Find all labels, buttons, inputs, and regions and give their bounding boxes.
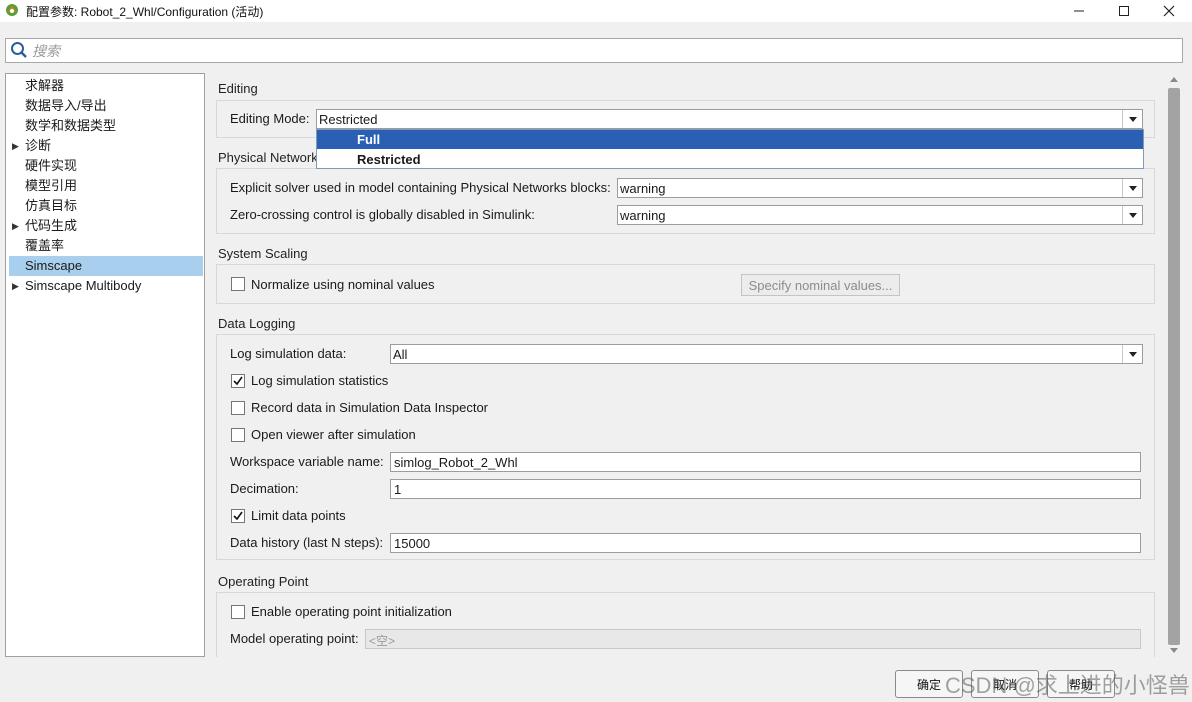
decimation-value: 1 <box>394 482 402 497</box>
minimize-button[interactable] <box>1056 0 1102 22</box>
title-bar: 配置参数: Robot_2_Whl/Configuration (活动) <box>0 0 1192 22</box>
expand-arrow-icon[interactable]: ▶ <box>12 276 19 296</box>
tree-item-data-import-export[interactable]: 数据导入/导出 <box>9 96 203 116</box>
category-tree: 求解器 数据导入/导出 数学和数据类型 ▶ 诊断 硬件实现 模型引用 仿真目标 ▶… <box>5 73 205 657</box>
tree-item-simscape-multibody[interactable]: ▶ Simscape Multibody <box>9 276 203 296</box>
zero-crossing-select[interactable]: warning <box>617 205 1143 225</box>
tree-item-label: 数据导入/导出 <box>25 98 107 113</box>
editing-mode-label: Editing Mode: <box>230 111 310 126</box>
group-system-scaling: Normalize using nominal values Specify n… <box>216 264 1155 304</box>
tree-item-coverage[interactable]: 覆盖率 <box>9 236 203 256</box>
watermark-text: CSDN @求上进的小怪兽 <box>945 673 1190 698</box>
explicit-solver-label: Explicit solver used in model containing… <box>230 180 611 195</box>
data-history-value: 15000 <box>394 536 431 551</box>
section-title-editing: Editing <box>218 81 258 96</box>
window-title: 配置参数: Robot_2_Whl/Configuration (活动) <box>26 5 264 19</box>
limit-data-points-checkbox[interactable] <box>231 509 245 523</box>
tree-item-label: 硬件实现 <box>25 158 78 173</box>
editing-mode-select[interactable]: Restricted <box>316 109 1143 129</box>
checkmark-icon <box>233 511 243 521</box>
scroll-up-arrow-icon[interactable] <box>1170 77 1178 82</box>
model-operating-point-label: Model operating point: <box>230 631 359 646</box>
dropdown-arrow-icon[interactable] <box>1122 110 1142 128</box>
workspace-variable-value: simlog_Robot_2_Whl <box>394 455 518 470</box>
editing-mode-value: Restricted <box>319 112 378 127</box>
search-input[interactable] <box>32 41 1172 60</box>
log-statistics-label: Log simulation statistics <box>251 373 389 388</box>
log-simulation-data-value: All <box>393 347 408 362</box>
matlab-app-icon <box>6 4 18 16</box>
tree-item-label: Simscape <box>25 258 83 273</box>
enable-operating-point-label: Enable operating point initialization <box>251 604 452 619</box>
maximize-button[interactable] <box>1101 0 1147 22</box>
section-title-system-scaling: System Scaling <box>218 246 308 261</box>
tree-item-label: 仿真目标 <box>25 198 78 213</box>
tree-item-label: 代码生成 <box>25 218 78 233</box>
maximize-icon <box>1119 6 1129 16</box>
group-data-logging: Log simulation data: All Log simulation … <box>216 334 1155 560</box>
tree-item-simscape[interactable]: Simscape <box>9 256 203 276</box>
limit-data-points-label: Limit data points <box>251 508 346 523</box>
log-simulation-data-select[interactable]: All <box>390 344 1143 364</box>
workspace-variable-field[interactable]: simlog_Robot_2_Whl <box>390 452 1141 472</box>
tree-item-model-referencing[interactable]: 模型引用 <box>9 176 203 196</box>
tree-item-solver[interactable]: 求解器 <box>9 76 203 96</box>
dropdown-arrow-icon[interactable] <box>1122 206 1142 224</box>
tree-item-label: 求解器 <box>25 78 65 93</box>
section-title-data-logging: Data Logging <box>218 316 296 331</box>
normalize-checkbox[interactable] <box>231 277 245 291</box>
tree-item-code-generation[interactable]: ▶ 代码生成 <box>9 216 203 236</box>
model-operating-point-field: <空> <box>365 629 1141 649</box>
search-box[interactable] <box>5 38 1183 63</box>
tree-item-label: 覆盖率 <box>25 238 65 253</box>
data-history-label: Data history (last N steps): <box>230 535 384 550</box>
editing-mode-dropdown-list[interactable]: Full Restricted <box>316 129 1144 169</box>
expand-arrow-icon[interactable]: ▶ <box>12 136 19 156</box>
scroll-down-arrow-icon[interactable] <box>1170 648 1178 653</box>
specify-nominal-values-button[interactable]: Specify nominal values... <box>741 274 900 296</box>
data-history-field[interactable]: 15000 <box>390 533 1141 553</box>
dropdown-arrow-icon[interactable] <box>1122 345 1142 363</box>
tree-item-diagnostics[interactable]: ▶ 诊断 <box>9 136 203 156</box>
zero-crossing-value: warning <box>620 208 666 223</box>
open-viewer-label: Open viewer after simulation <box>251 427 416 442</box>
expand-arrow-icon[interactable]: ▶ <box>12 216 19 236</box>
enable-operating-point-checkbox[interactable] <box>231 605 245 619</box>
close-button[interactable] <box>1146 0 1192 22</box>
tree-item-math-data-types[interactable]: 数学和数据类型 <box>9 116 203 136</box>
log-statistics-checkbox[interactable] <box>231 374 245 388</box>
decimation-field[interactable]: 1 <box>390 479 1141 499</box>
section-title-operating-point: Operating Point <box>218 574 309 589</box>
tree-item-hardware[interactable]: 硬件实现 <box>9 156 203 176</box>
dropdown-option-restricted[interactable]: Restricted <box>317 150 1143 169</box>
tree-item-label: 数学和数据类型 <box>25 118 117 133</box>
group-physical-network: Explicit solver used in model containing… <box>216 168 1155 234</box>
tree-item-label: 模型引用 <box>25 178 78 193</box>
workspace-variable-label: Workspace variable name: <box>230 454 384 469</box>
explicit-solver-value: warning <box>620 181 666 196</box>
record-sdi-label: Record data in Simulation Data Inspector <box>251 400 489 415</box>
zero-crossing-label: Zero-crossing control is globally disabl… <box>230 207 535 222</box>
record-sdi-checkbox[interactable] <box>231 401 245 415</box>
explicit-solver-select[interactable]: warning <box>617 178 1143 198</box>
tree-item-label: 诊断 <box>25 138 52 153</box>
dropdown-option-full[interactable]: Full <box>317 130 1143 149</box>
close-icon <box>1163 5 1175 17</box>
decimation-label: Decimation: <box>230 481 299 496</box>
group-operating-point: Enable operating point initialization Mo… <box>216 592 1155 657</box>
checkmark-icon <box>233 376 243 386</box>
normalize-label: Normalize using nominal values <box>251 277 435 292</box>
section-title-physical-network: Physical Network <box>218 150 318 165</box>
scrollbar-thumb[interactable] <box>1168 88 1180 645</box>
tree-item-label: Simscape Multibody <box>25 278 142 293</box>
dropdown-arrow-icon[interactable] <box>1122 179 1142 197</box>
minimize-icon <box>1074 10 1084 12</box>
log-simulation-data-label: Log simulation data: <box>230 346 347 361</box>
vertical-scrollbar[interactable] <box>1166 73 1183 657</box>
model-operating-point-value: <空> <box>369 634 396 648</box>
open-viewer-checkbox[interactable] <box>231 428 245 442</box>
search-icon <box>11 42 27 58</box>
tree-item-simulation-target[interactable]: 仿真目标 <box>9 196 203 216</box>
